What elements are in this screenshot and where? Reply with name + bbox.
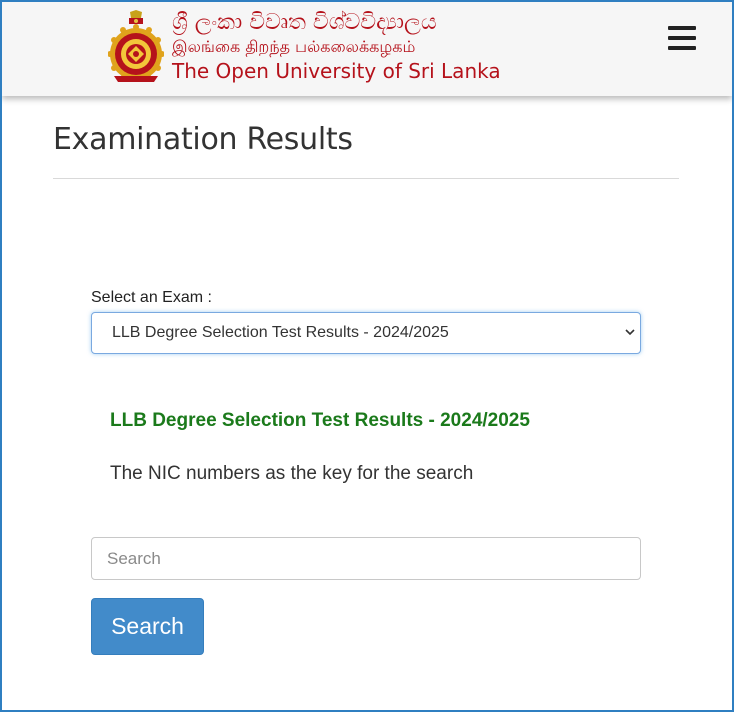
header-title-sinhala: ශ්‍රී ලංකා විවෘත විශ්වවිද්‍යාලය [172, 10, 437, 35]
title-divider [53, 178, 679, 179]
page-frame: ශ්‍රී ලංකා විවෘත විශ්වවිද්‍යාලය இலங்கை த… [0, 0, 734, 712]
exam-select-label: Select an Exam : [91, 289, 212, 306]
search-input[interactable] [91, 537, 641, 580]
site-header: ශ්‍රී ලංකා විවෘත විශ්වවිද්‍යාලය இலங்கை த… [2, 2, 732, 96]
result-note: The NIC numbers as the key for the searc… [110, 463, 474, 484]
hamburger-menu-icon[interactable] [668, 26, 696, 50]
exam-select[interactable]: LLB Degree Selection Test Results - 2024… [91, 312, 641, 354]
exam-select-value: LLB Degree Selection Test Results - 2024… [112, 324, 449, 341]
result-title: LLB Degree Selection Test Results - 2024… [110, 410, 530, 431]
header-title-english: The Open University of Sri Lanka [172, 59, 501, 83]
chevron-down-icon [625, 329, 635, 336]
search-button[interactable]: Search [91, 598, 204, 655]
university-crest-icon[interactable] [108, 10, 164, 84]
header-title-tamil: இலங்கை திறந்த பல்கலைக்கழகம் [172, 37, 416, 56]
page-title: Examination Results [53, 122, 353, 157]
